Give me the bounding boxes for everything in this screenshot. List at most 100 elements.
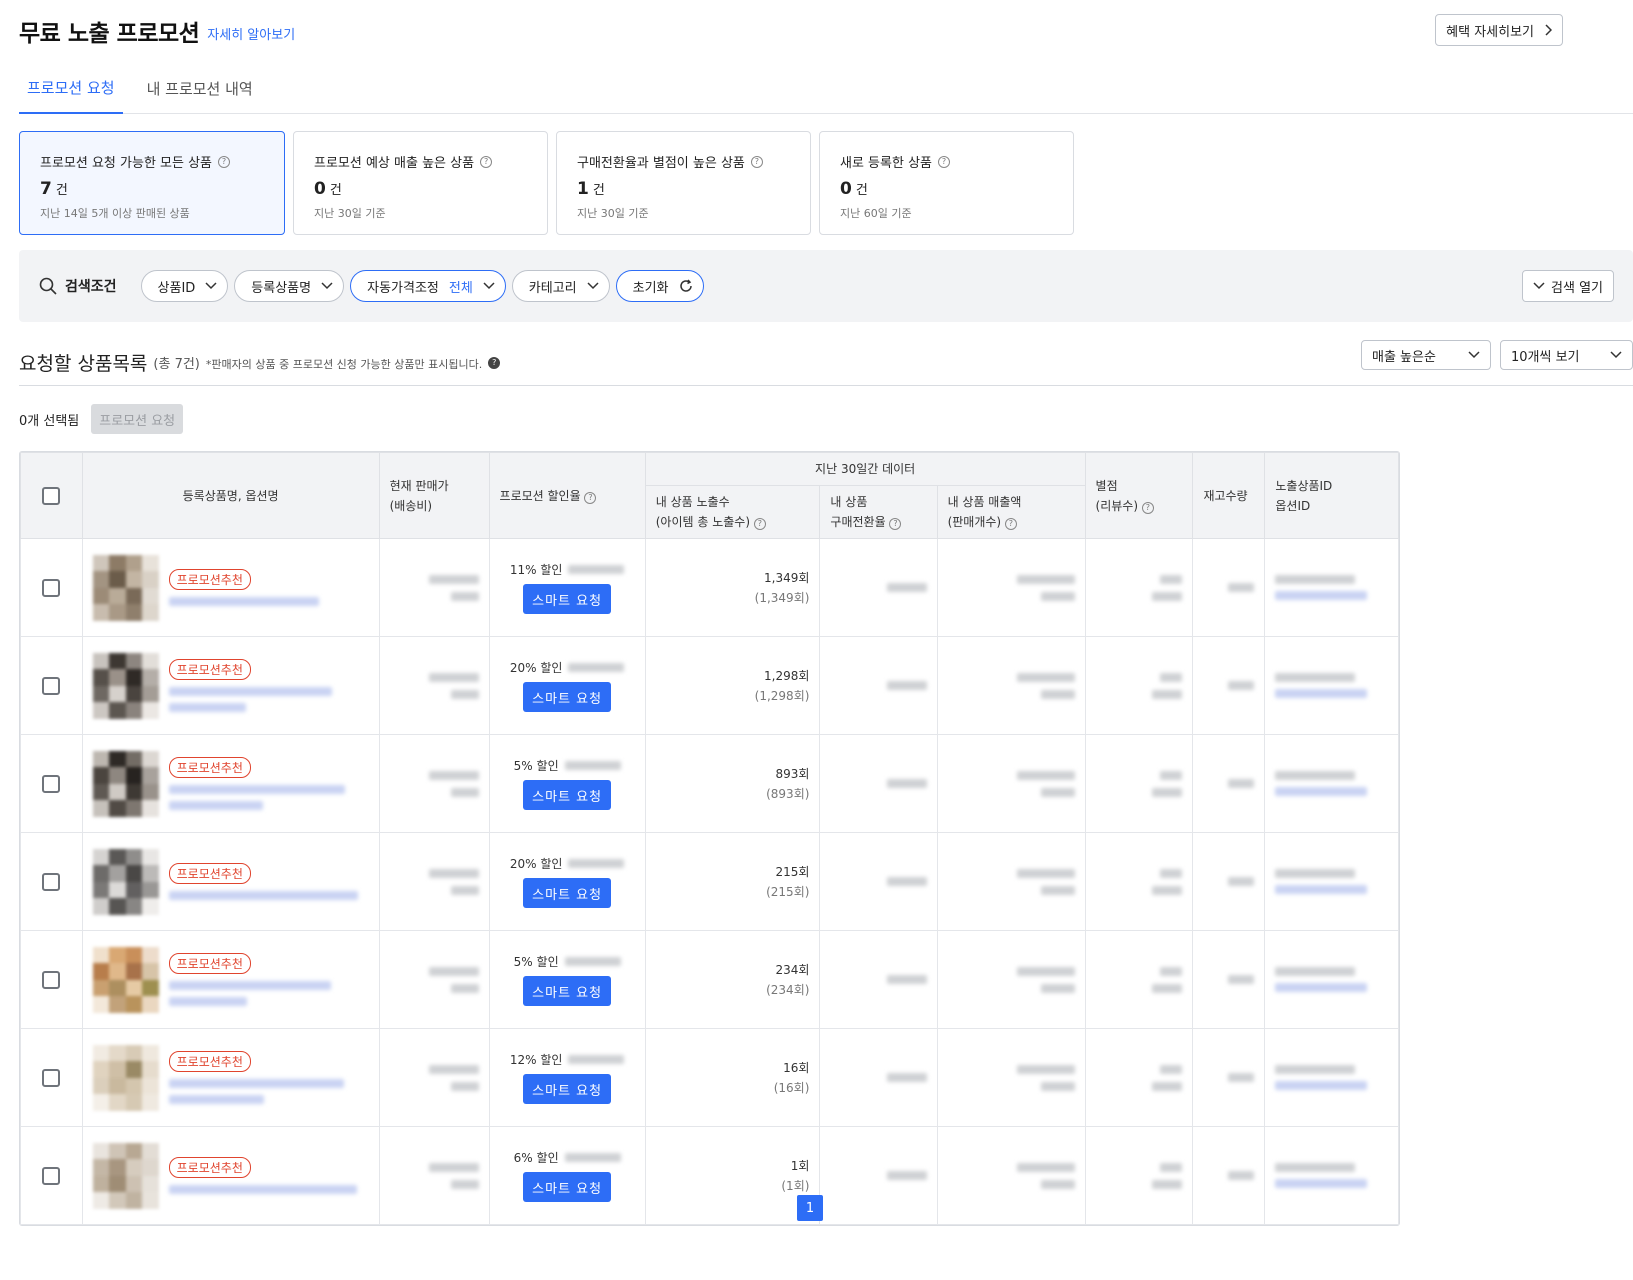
tab-promotion-request[interactable]: 프로모션 요청 — [19, 62, 123, 114]
product-thumbnail[interactable] — [92, 554, 159, 621]
help-icon[interactable]: ? — [488, 356, 501, 369]
help-icon[interactable]: ? — [480, 155, 493, 168]
option-id[interactable] — [1275, 983, 1368, 992]
smart-request-button[interactable]: 스마트 요청 — [523, 976, 612, 1006]
chevron-down-icon — [483, 282, 495, 290]
product-info: 프로모션추천 — [92, 946, 369, 1013]
filter-category[interactable]: 카테고리 — [511, 270, 610, 302]
shipping-value — [450, 983, 479, 993]
smart-request-button[interactable]: 스마트 요청 — [523, 584, 612, 614]
chevron-down-icon — [587, 282, 599, 290]
product-thumbnail[interactable] — [92, 848, 159, 915]
rating-value — [1160, 672, 1183, 682]
card-count: 0 — [840, 179, 852, 199]
smart-request-button[interactable]: 스마트 요청 — [523, 1074, 612, 1104]
reset-button[interactable]: 초기화 — [615, 270, 704, 302]
select-all-checkbox[interactable] — [42, 486, 61, 505]
review-count — [1152, 885, 1183, 895]
open-search-button[interactable]: 검색 열기 — [1522, 270, 1614, 302]
product-name-link[interactable] — [168, 1185, 357, 1194]
col-ids-line2: 옵션ID — [1275, 498, 1311, 513]
help-icon[interactable]: ? — [1141, 501, 1154, 514]
help-icon[interactable]: ? — [753, 518, 766, 530]
search-conditions: 검색조건 — [39, 276, 117, 296]
chevron-right-icon — [1545, 24, 1552, 36]
product-info: 프로모션추천 — [92, 848, 369, 915]
stock-value — [1228, 1073, 1255, 1082]
row-checkbox[interactable] — [42, 1068, 61, 1087]
help-icon[interactable]: ? — [938, 155, 950, 168]
price-value — [428, 770, 479, 780]
product-thumbnail[interactable] — [92, 1142, 159, 1209]
row-checkbox[interactable] — [42, 1166, 61, 1185]
discount-rate: 20% 할인 — [500, 659, 635, 676]
product-name-link[interactable] — [168, 785, 345, 794]
product-name-link[interactable] — [168, 981, 331, 990]
product-name-link[interactable] — [168, 597, 319, 606]
discount-price — [568, 1055, 625, 1064]
option-id[interactable] — [1275, 591, 1368, 600]
discount-price — [568, 565, 625, 574]
smart-request-button[interactable]: 스마트 요청 — [523, 1172, 612, 1202]
discount-label: 5% 할인 — [513, 759, 559, 773]
row-checkbox[interactable] — [42, 676, 61, 695]
product-name-link[interactable] — [168, 1079, 344, 1088]
sales-value — [1016, 574, 1075, 584]
product-info: 프로모션추천 — [92, 750, 369, 817]
product-thumbnail[interactable] — [92, 1044, 159, 1111]
list-header: 요청할 상품목록 (총 7건) *판매자의 상품 중 프로모션 신청 가능한 상… — [19, 340, 1633, 386]
price-value — [428, 574, 479, 584]
smart-request-button[interactable]: 스마트 요청 — [523, 682, 612, 712]
help-icon[interactable]: ? — [584, 491, 597, 504]
summary-card-new[interactable]: 새로 등록한 상품? 0건 지난 60일 기준 — [819, 131, 1074, 235]
impressions-total: (234회) — [766, 982, 810, 997]
col-ids: 노출상품ID 옵션ID — [1264, 452, 1399, 539]
impressions-total: (1,298회) — [754, 688, 810, 703]
product-thumbnail[interactable] — [92, 652, 159, 719]
smart-request-button[interactable]: 스마트 요청 — [523, 878, 612, 908]
page-size-select[interactable]: 10개씩 보기 — [1500, 340, 1633, 370]
summary-card-high-conversion[interactable]: 구매전환율과 별점이 높은 상품? 1건 지난 30일 기준 — [556, 131, 811, 235]
col-price: 현재 판매가 (배송비) — [378, 452, 490, 539]
option-id[interactable] — [1275, 1179, 1368, 1188]
smart-request-button[interactable]: 스마트 요청 — [523, 780, 612, 810]
search-icon — [39, 277, 57, 295]
impressions-value: 1,349회 — [764, 570, 810, 585]
impressions-value: 215회 — [775, 864, 810, 879]
product-name-link[interactable] — [168, 687, 332, 696]
impressions-value: 1회 — [790, 1158, 810, 1173]
row-checkbox[interactable] — [42, 774, 61, 793]
help-icon[interactable]: ? — [1004, 518, 1017, 530]
impressions-value: 893회 — [775, 766, 810, 781]
option-name — [168, 703, 246, 712]
row-checkbox[interactable] — [42, 872, 61, 891]
learn-more-link[interactable]: 자세히 알아보기 — [207, 24, 295, 43]
promotion-request-button[interactable]: 프로모션 요청 — [91, 404, 184, 434]
row-checkbox[interactable] — [42, 970, 61, 989]
product-thumbnail[interactable] — [92, 750, 159, 817]
product-thumbnail[interactable] — [92, 946, 159, 1013]
help-icon[interactable]: ? — [889, 518, 902, 530]
exposed-product-id — [1275, 575, 1356, 584]
table-row: 프로모션추천 6% 할인 스마트 요청 1회 (1회) — [20, 1126, 1399, 1225]
summary-card-all[interactable]: 프로모션 요청 가능한 모든 상품? 7건 지난 14일 5개 이상 판매된 상… — [19, 131, 285, 235]
pagination-page-1[interactable]: 1 — [797, 1195, 823, 1221]
tab-my-promotions[interactable]: 내 프로모션 내역 — [139, 62, 261, 114]
option-id[interactable] — [1275, 689, 1368, 698]
filter-auto-price[interactable]: 자동가격조정 전체 — [350, 270, 506, 302]
option-id[interactable] — [1275, 885, 1368, 894]
option-id[interactable] — [1275, 1081, 1368, 1090]
filter-product-id[interactable]: 상품ID — [140, 270, 229, 302]
filter-product-name[interactable]: 등록상품명 — [234, 270, 345, 302]
help-icon[interactable]: ? — [750, 155, 763, 168]
row-checkbox[interactable] — [42, 578, 61, 597]
help-icon[interactable]: ? — [218, 155, 231, 168]
card-title: 새로 등록한 상품 — [840, 156, 932, 171]
exposed-product-id — [1275, 673, 1356, 682]
sort-select[interactable]: 매출 높은순 — [1361, 340, 1491, 370]
card-unit: 건 — [329, 183, 342, 198]
product-name-link[interactable] — [168, 891, 358, 900]
option-id[interactable] — [1275, 787, 1368, 796]
summary-card-high-sales[interactable]: 프로모션 예상 매출 높은 상품? 0건 지난 30일 기준 — [293, 131, 548, 235]
benefit-details-button[interactable]: 혜택 자세히보기 — [1435, 14, 1563, 46]
